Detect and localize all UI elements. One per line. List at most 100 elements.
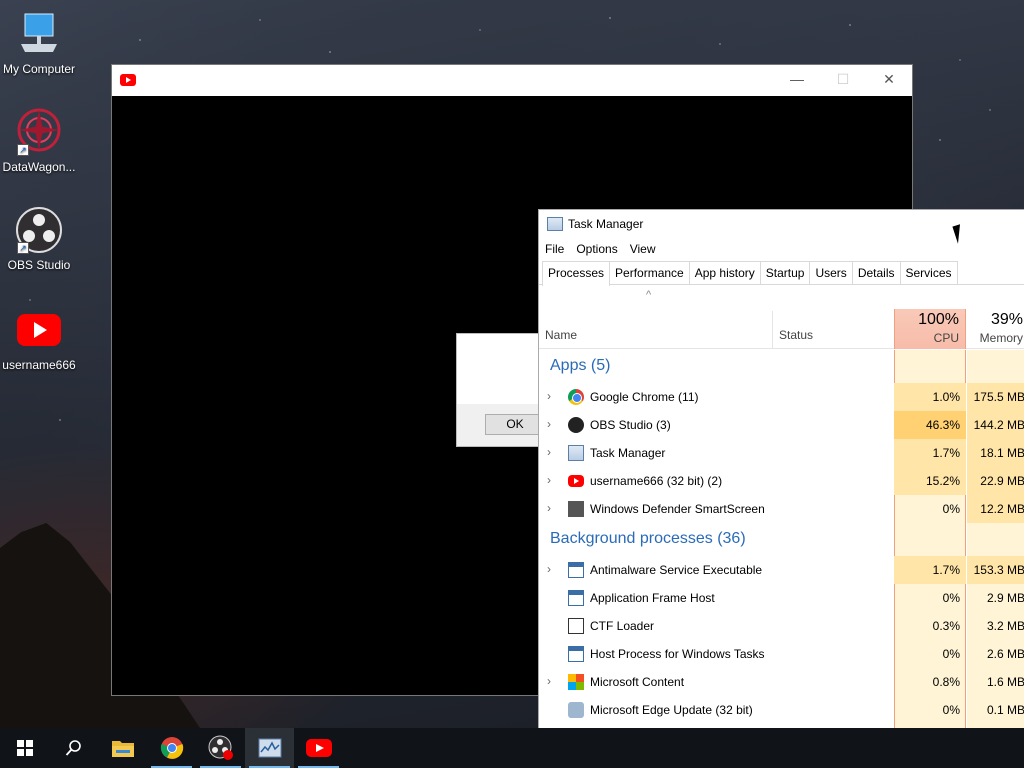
- desktop-icon-obs-studio[interactable]: ↗ OBS Studio: [0, 206, 78, 272]
- microsoft-icon: [568, 674, 584, 690]
- process-memory: 144.2 MB: [967, 411, 1024, 439]
- tab-users[interactable]: Users: [809, 261, 853, 284]
- process-row[interactable]: › Windows Defender SmartScreen 0% 12.2 M…: [539, 495, 1024, 523]
- column-cpu[interactable]: 100% CPU: [894, 309, 966, 349]
- process-memory: 153.3 MB: [967, 556, 1024, 584]
- shortcut-arrow-icon: ↗: [17, 144, 29, 156]
- close-button[interactable]: ✕: [866, 65, 912, 96]
- process-name: Microsoft Content: [590, 675, 685, 689]
- task-manager-titlebar[interactable]: Task Manager: [539, 210, 1024, 239]
- process-name: Google Chrome (11): [590, 390, 699, 404]
- start-button[interactable]: [0, 728, 49, 768]
- tab-processes[interactable]: Processes: [542, 261, 611, 286]
- menu-bar: File Options View: [539, 239, 1024, 261]
- menu-view[interactable]: View: [630, 239, 662, 261]
- taskbar-chrome[interactable]: [147, 728, 196, 768]
- process-memory: 2.9 MB: [986, 591, 1024, 605]
- expand-chevron-icon[interactable]: ›: [547, 445, 551, 459]
- search-button[interactable]: [49, 728, 98, 768]
- column-name[interactable]: Name: [545, 328, 577, 342]
- process-name: username666 (32 bit) (2): [590, 474, 723, 488]
- process-row[interactable]: › Microsoft Content 0.8% 1.6 MB: [539, 668, 1024, 696]
- minimize-button[interactable]: —: [774, 65, 820, 96]
- defender-icon: [568, 501, 584, 517]
- process-memory: 175.5 MB: [967, 383, 1024, 411]
- process-memory: 18.1 MB: [967, 439, 1024, 467]
- taskbar-file-explorer[interactable]: [98, 728, 147, 768]
- process-cpu: 46.3%: [894, 411, 966, 439]
- process-list: Apps (5) › Google Chrome (11) 1.0% 175.5…: [539, 350, 1024, 724]
- process-cpu: 1.7%: [894, 556, 966, 584]
- expand-chevron-icon[interactable]: ›: [547, 501, 551, 515]
- column-memory[interactable]: 39% Memory: [967, 309, 1024, 349]
- shortcut-arrow-icon: ↗: [17, 242, 29, 254]
- taskbar-obs[interactable]: [196, 728, 245, 768]
- sort-caret-icon: ^: [646, 289, 652, 301]
- taskbar-task-manager[interactable]: [245, 728, 294, 768]
- process-cpu: 1.0%: [894, 383, 966, 411]
- process-memory: 0.1 MB: [986, 703, 1024, 717]
- youtube-window-titlebar[interactable]: — ☐ ✕: [112, 65, 912, 96]
- start-icon: [16, 740, 33, 756]
- expand-chevron-icon[interactable]: ›: [547, 417, 551, 431]
- tab-startup[interactable]: Startup: [759, 261, 811, 284]
- memory-label: Memory: [979, 331, 1023, 345]
- obs-icon: [208, 735, 233, 760]
- tab-services[interactable]: Services: [899, 261, 958, 284]
- group-background-processes[interactable]: Background processes (36): [539, 523, 1024, 556]
- expand-chevron-icon[interactable]: ›: [547, 674, 551, 688]
- tab-app-history[interactable]: App history: [688, 261, 761, 284]
- chrome-icon: [160, 737, 183, 759]
- process-cpu: 15.2%: [894, 467, 966, 495]
- process-name: Host Process for Windows Tasks: [590, 647, 765, 661]
- task-manager-icon: [568, 445, 584, 461]
- search-icon: [65, 740, 81, 756]
- obs-icon: ↗: [15, 206, 63, 254]
- tab-performance[interactable]: Performance: [609, 261, 690, 284]
- process-name: Windows Defender SmartScreen: [590, 502, 765, 516]
- process-cpu: 1.7%: [894, 439, 966, 467]
- cpu-label: CPU: [933, 331, 959, 345]
- file-explorer-icon: [111, 741, 134, 757]
- process-memory: 3.2 MB: [986, 619, 1024, 633]
- chrome-icon: [568, 389, 584, 405]
- taskbar-youtube[interactable]: [294, 728, 343, 768]
- youtube-icon: [15, 306, 63, 354]
- cpu-total: 100%: [918, 311, 959, 328]
- process-row[interactable]: › username666 (32 bit) (2) 15.2% 22.9 MB: [539, 467, 1024, 495]
- taskbar: [0, 728, 1024, 768]
- column-header: ^ Name Status 100% CPU 39% Memory: [539, 285, 1024, 349]
- desktop-icon-datawagon[interactable]: ↗ DataWagon...: [0, 108, 78, 174]
- desktop-icon-label: OBS Studio: [7, 258, 71, 272]
- process-cpu: 0.3%: [932, 619, 960, 633]
- process-row[interactable]: Application Frame Host 0% 2.9 MB: [539, 584, 1024, 612]
- process-row[interactable]: › Google Chrome (11) 1.0% 175.5 MB: [539, 383, 1024, 411]
- process-memory: 2.6 MB: [986, 647, 1024, 661]
- process-row[interactable]: › OBS Studio (3) 46.3% 144.2 MB: [539, 411, 1024, 439]
- process-memory: 12.2 MB: [967, 495, 1024, 523]
- process-row[interactable]: Microsoft Edge Update (32 bit) 0% 0.1 MB: [539, 696, 1024, 724]
- ctf-icon: [568, 618, 584, 634]
- process-name: Microsoft Edge Update (32 bit): [590, 703, 753, 717]
- ok-button[interactable]: OK: [485, 414, 545, 435]
- desktop-icon-username666[interactable]: username666: [0, 306, 78, 372]
- tab-details[interactable]: Details: [851, 261, 901, 284]
- menu-file[interactable]: File: [545, 239, 570, 261]
- column-status[interactable]: Status: [779, 328, 813, 342]
- maximize-button[interactable]: ☐: [820, 65, 866, 96]
- task-manager-window[interactable]: Task Manager File Options View Processes…: [538, 209, 1024, 768]
- datawagon-icon: ↗: [15, 108, 63, 156]
- expand-chevron-icon[interactable]: ›: [547, 473, 551, 487]
- column-divider[interactable]: [772, 311, 773, 348]
- process-row[interactable]: › Antimalware Service Executable 1.7% 15…: [539, 556, 1024, 584]
- process-row[interactable]: Host Process for Windows Tasks 0% 2.6 MB: [539, 640, 1024, 668]
- process-row[interactable]: › Task Manager 1.7% 18.1 MB: [539, 439, 1024, 467]
- expand-chevron-icon[interactable]: ›: [547, 562, 551, 576]
- group-apps[interactable]: Apps (5): [539, 350, 1024, 383]
- expand-chevron-icon[interactable]: ›: [547, 389, 551, 403]
- process-memory: 1.6 MB: [986, 675, 1024, 689]
- desktop-icon-my-computer[interactable]: My Computer: [0, 10, 78, 76]
- process-row[interactable]: CTF Loader 0.3% 3.2 MB: [539, 612, 1024, 640]
- window-icon: [568, 646, 584, 662]
- menu-options[interactable]: Options: [576, 239, 623, 261]
